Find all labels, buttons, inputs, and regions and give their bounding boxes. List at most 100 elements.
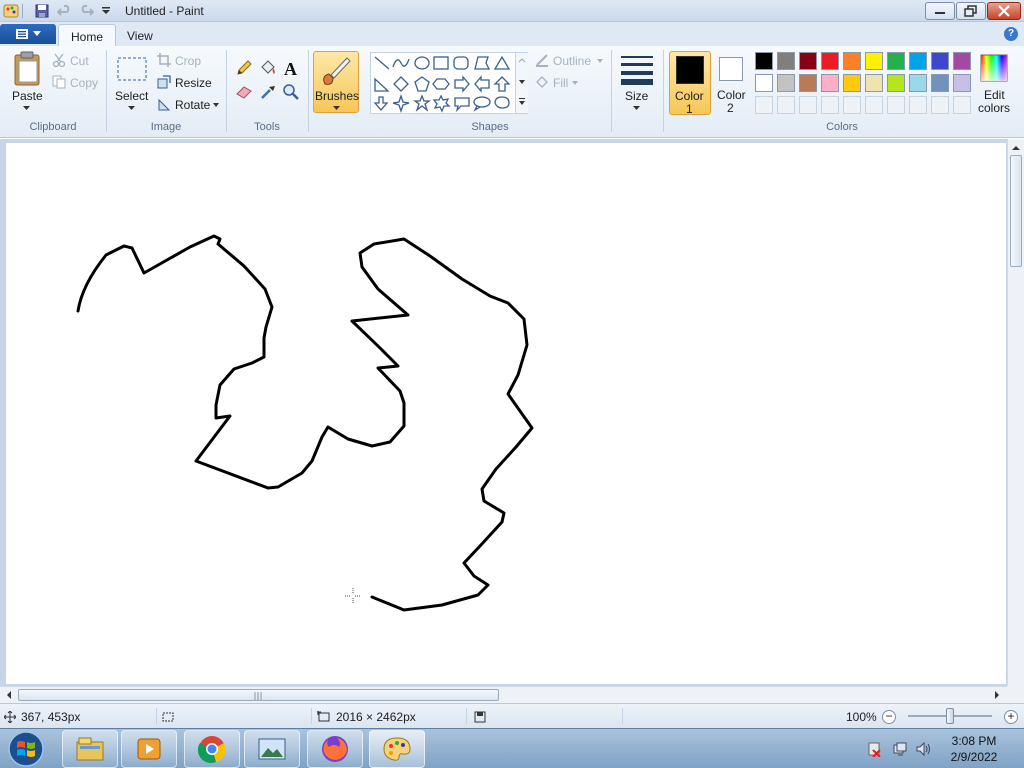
- drawing-canvas[interactable]: [6, 143, 1006, 684]
- customize-quick-access-icon[interactable]: [98, 3, 114, 19]
- custom-color-slot[interactable]: [755, 96, 773, 114]
- taskbar-chrome[interactable]: [184, 730, 240, 768]
- taskbar-paint[interactable]: [369, 730, 425, 768]
- custom-color-slot[interactable]: [931, 96, 949, 114]
- scroll-right-icon[interactable]: [990, 688, 1004, 702]
- palette-swatch[interactable]: [931, 74, 949, 92]
- crop-button[interactable]: Crop: [157, 53, 219, 69]
- custom-color-slot[interactable]: [909, 96, 927, 114]
- fill-icon: [261, 60, 275, 74]
- custom-color-slot[interactable]: [865, 96, 883, 114]
- resize-button[interactable]: Resize: [157, 75, 219, 91]
- palette-swatch[interactable]: [887, 74, 905, 92]
- color-picker-tool[interactable]: [257, 82, 279, 102]
- color1-button[interactable]: Color 1: [669, 51, 711, 116]
- color1-number: 1: [686, 102, 693, 116]
- select-button[interactable]: Select: [113, 50, 151, 114]
- cut-button[interactable]: Cut: [52, 53, 102, 69]
- horizontal-scroll-thumb[interactable]: [18, 689, 499, 701]
- copy-button[interactable]: Copy: [52, 75, 102, 91]
- clock-date: 2/9/2022: [950, 750, 998, 764]
- save-icon[interactable]: [34, 3, 50, 19]
- tab-view[interactable]: View: [115, 24, 165, 46]
- palette-swatch[interactable]: [931, 52, 949, 70]
- color2-button[interactable]: Color 2: [713, 51, 751, 115]
- palette-swatch[interactable]: [865, 74, 883, 92]
- redo-icon[interactable]: [78, 3, 94, 19]
- color1-label: Color: [675, 89, 704, 103]
- divider: [226, 50, 227, 132]
- scroll-up-icon[interactable]: [1008, 141, 1024, 155]
- help-icon[interactable]: ?: [1004, 27, 1018, 41]
- start-button[interactable]: [4, 730, 48, 768]
- scroll-left-icon[interactable]: [2, 688, 16, 702]
- taskbar-media-player[interactable]: [121, 730, 177, 768]
- colors-group-label: Colors: [826, 121, 858, 133]
- zoom-out-button[interactable]: −: [882, 710, 896, 724]
- zoom-slider-thumb[interactable]: [946, 708, 954, 724]
- custom-color-slot[interactable]: [777, 96, 795, 114]
- custom-color-slot[interactable]: [799, 96, 817, 114]
- palette-swatch[interactable]: [799, 74, 817, 92]
- palette-swatch[interactable]: [755, 74, 773, 92]
- minimize-button[interactable]: [925, 2, 955, 20]
- pencil-tool[interactable]: [233, 58, 255, 78]
- file-menu-button[interactable]: [0, 24, 56, 44]
- taskbar: 3:08 PM 2/9/2022: [0, 728, 1024, 768]
- taskbar-explorer[interactable]: [62, 730, 118, 768]
- eraser-tool[interactable]: [233, 82, 255, 102]
- size-label: Size: [625, 89, 649, 103]
- brushes-button[interactable]: Brushes: [313, 51, 359, 113]
- pencil-icon: [237, 60, 252, 75]
- custom-color-slot[interactable]: [887, 96, 905, 114]
- text-tool[interactable]: A: [280, 58, 302, 78]
- volume-icon[interactable]: [915, 741, 931, 757]
- edit-colors-label-2: colors: [978, 101, 1011, 115]
- close-button[interactable]: [987, 2, 1021, 20]
- fill-button[interactable]: Fill: [535, 75, 591, 91]
- rotate-button[interactable]: Rotate: [157, 97, 223, 113]
- outline-label: Outline: [553, 54, 592, 68]
- taskbar-photo-viewer[interactable]: [244, 730, 300, 768]
- palette-swatch[interactable]: [953, 52, 971, 70]
- zoom-in-button[interactable]: +: [1004, 710, 1018, 724]
- palette-swatch[interactable]: [909, 74, 927, 92]
- custom-color-slot[interactable]: [843, 96, 861, 114]
- custom-color-slot[interactable]: [953, 96, 971, 114]
- network-icon[interactable]: [892, 741, 908, 757]
- vertical-scroll-thumb[interactable]: [1010, 155, 1022, 267]
- taskbar-firefox[interactable]: [307, 730, 363, 768]
- undo-icon[interactable]: [57, 3, 73, 19]
- palette-swatch[interactable]: [821, 52, 839, 70]
- fill-tool[interactable]: [257, 58, 279, 78]
- palette-swatch[interactable]: [777, 74, 795, 92]
- palette-swatch[interactable]: [909, 52, 927, 70]
- divider: [663, 50, 664, 132]
- palette-swatch[interactable]: [953, 74, 971, 92]
- system-clock[interactable]: 3:08 PM 2/9/2022: [944, 733, 1004, 765]
- custom-color-slot[interactable]: [821, 96, 839, 114]
- palette-swatch[interactable]: [755, 52, 773, 70]
- horizontal-scrollbar[interactable]: [0, 686, 1007, 703]
- size-button[interactable]: Size: [617, 50, 657, 114]
- shapes-scroll[interactable]: [515, 53, 528, 113]
- paint-app-icon[interactable]: [3, 3, 19, 19]
- restore-button[interactable]: [956, 2, 986, 20]
- paste-button[interactable]: Paste: [8, 50, 46, 114]
- tab-home[interactable]: Home: [58, 24, 117, 46]
- window-title: Untitled - Paint: [125, 4, 204, 18]
- scrollbar-corner: [1007, 686, 1024, 703]
- palette-swatch[interactable]: [843, 74, 861, 92]
- palette-swatch[interactable]: [799, 52, 817, 70]
- palette-swatch[interactable]: [865, 52, 883, 70]
- palette-swatch[interactable]: [821, 74, 839, 92]
- palette-swatch[interactable]: [843, 52, 861, 70]
- magnifier-tool[interactable]: [280, 82, 302, 102]
- palette-swatch[interactable]: [777, 52, 795, 70]
- action-center-icon[interactable]: [866, 741, 882, 757]
- palette-swatch[interactable]: [887, 52, 905, 70]
- edit-colors-button[interactable]: Edit colors: [975, 51, 1015, 115]
- vertical-scrollbar[interactable]: [1007, 139, 1024, 687]
- outline-button[interactable]: Outline: [535, 53, 607, 69]
- title-bar: Untitled - Paint: [0, 0, 1024, 22]
